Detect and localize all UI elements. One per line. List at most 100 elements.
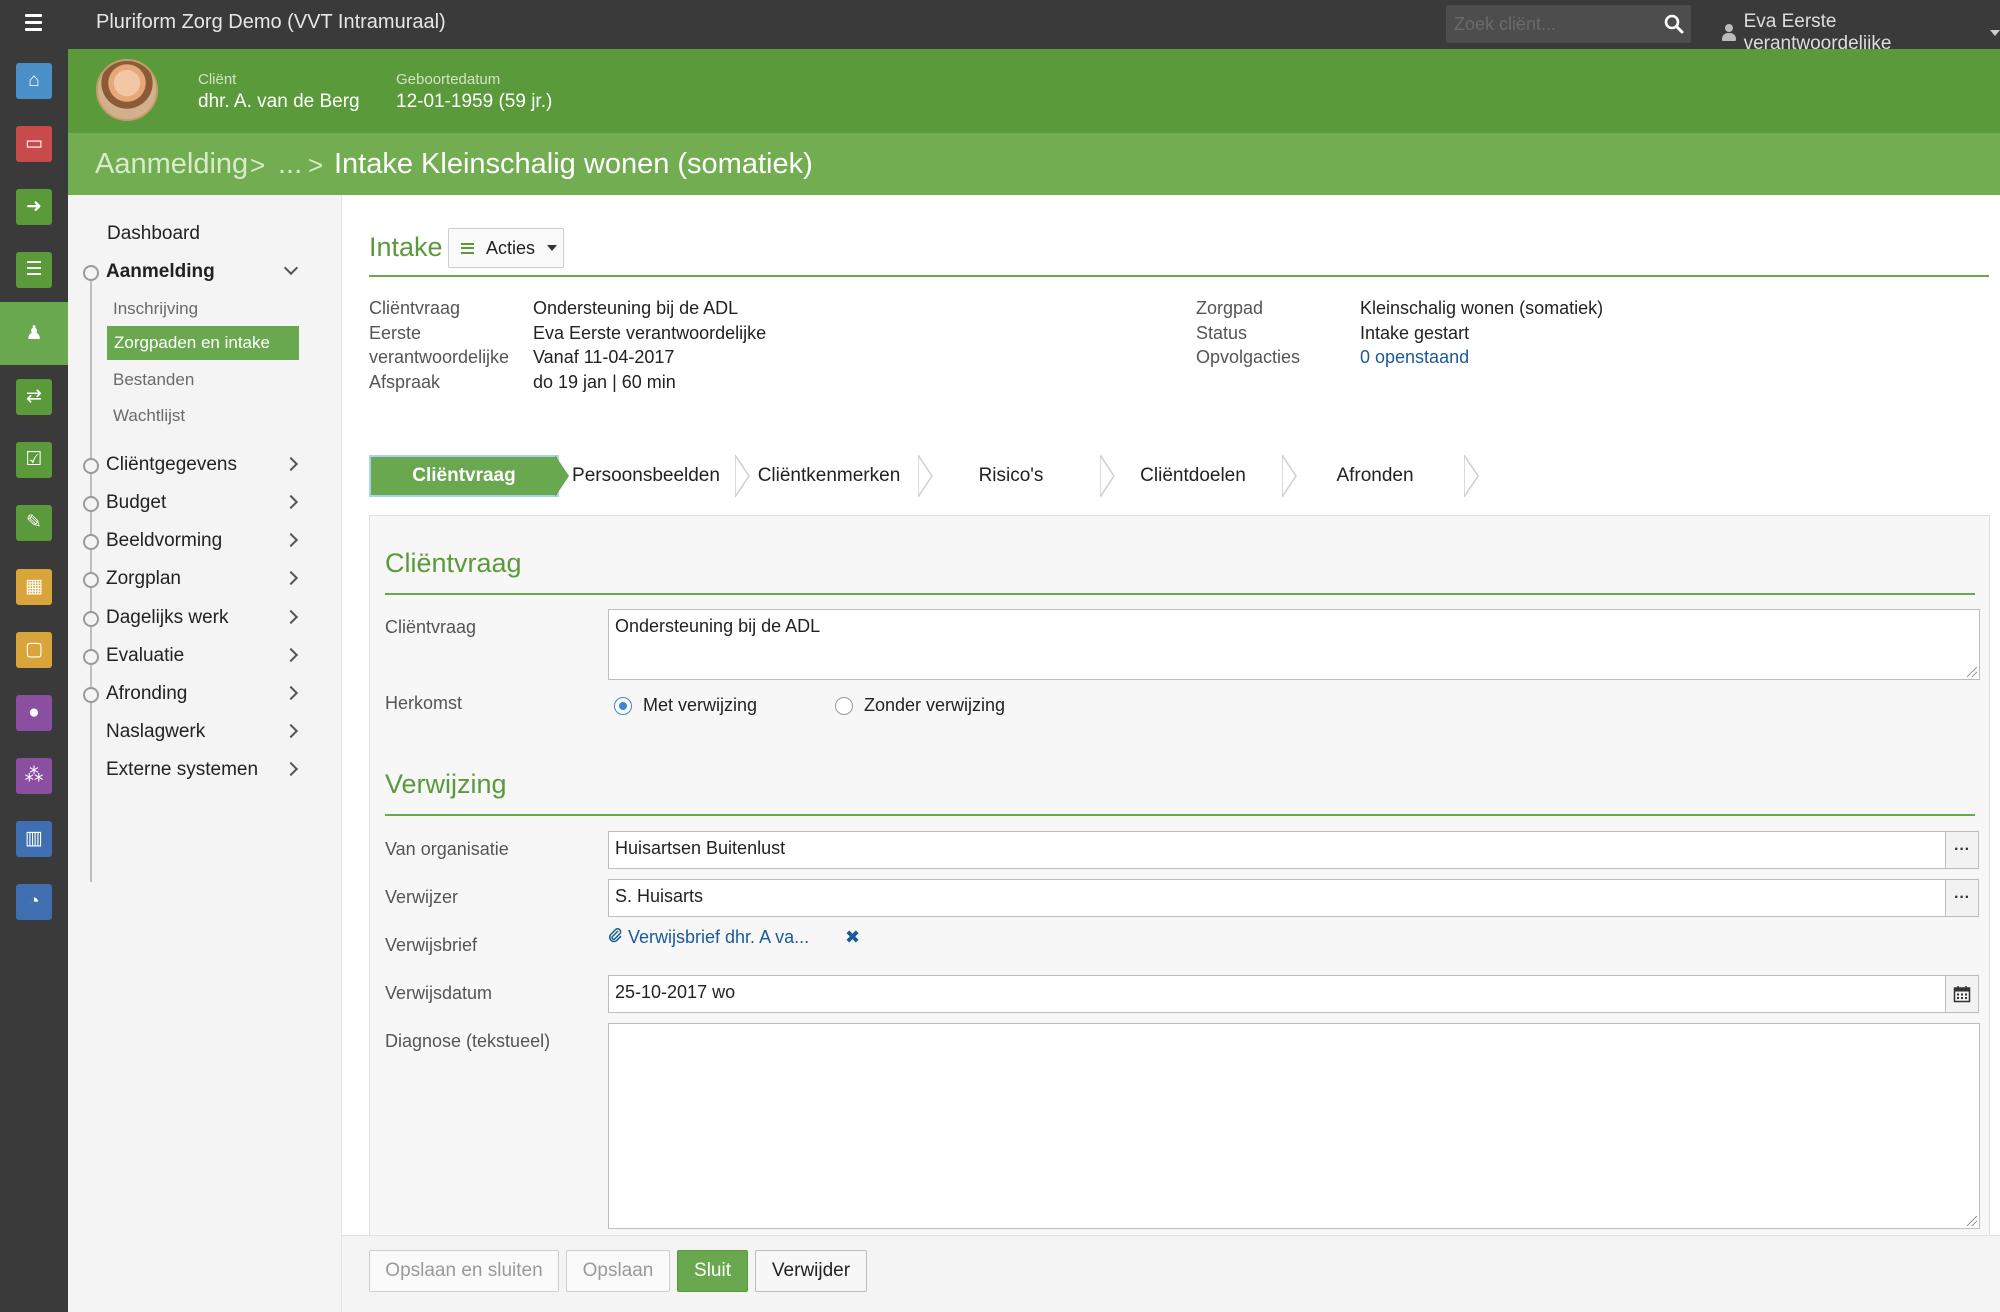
dashboard-icon: ◔ (16, 883, 52, 920)
nav-subitem-zorgpaden[interactable]: Zorgpaden en intake (107, 326, 299, 360)
nav-item-section[interactable]: Evaluatie (106, 645, 184, 667)
nav-item-section[interactable]: Dagelijks werk (106, 607, 228, 629)
user-icon (1722, 24, 1736, 42)
hamburger-menu-icon[interactable] (22, 14, 46, 34)
chevron-right-icon[interactable] (283, 456, 299, 472)
van-organisatie-input[interactable]: Huisartsen Buitenlust (608, 831, 1946, 869)
rail-item[interactable]: ◔ (0, 870, 68, 933)
info-value: do 19 jan | 60 min (533, 372, 676, 392)
chevron-right-icon[interactable] (283, 647, 299, 663)
left-nav: Dashboard Aanmelding Inschrijving Zorgpa… (68, 195, 342, 1312)
remove-attachment-icon[interactable]: ✖ (845, 927, 860, 948)
breadcrumb-current: Intake Kleinschalig wonen (somatiek) (334, 148, 813, 180)
info-value: Ondersteuning bij de ADL (533, 298, 739, 318)
delete-button[interactable]: Verwijder (755, 1250, 867, 1292)
rail-item[interactable]: ▭ (0, 112, 68, 175)
verwijzer-lookup-button[interactable]: ··· (1945, 879, 1979, 917)
client-search-input[interactable] (1446, 5, 1646, 43)
opvolgacties-link[interactable]: 0 openstaand (1360, 347, 1469, 368)
clientvraag-value: Ondersteuning bij de ADL (615, 616, 821, 636)
rail-item[interactable]: ➜ (0, 175, 68, 238)
step-tab[interactable]: Afronden (1284, 455, 1466, 497)
nav-subitem-bestanden[interactable]: Bestanden (113, 370, 194, 390)
rail-item[interactable]: ▢ (0, 618, 68, 681)
rail-item[interactable]: ⇄ (0, 365, 68, 428)
close-button[interactable]: Sluit (677, 1250, 748, 1292)
nav-subitem-wachtlijst[interactable]: Wachtlijst (113, 406, 185, 426)
nav-item-dashboard[interactable]: Dashboard (107, 223, 200, 245)
step-tab[interactable]: Risico's (920, 455, 1102, 497)
section-title-verwijzing: Verwijzing (385, 769, 507, 799)
step-tab[interactable]: Cliëntkenmerken (738, 455, 920, 497)
client-name[interactable]: dhr. A. van de Berg (198, 91, 360, 113)
rail-item[interactable]: ▦ (0, 555, 68, 618)
rail-item[interactable]: ☰ (0, 238, 68, 301)
rail-item[interactable]: ✎ (0, 491, 68, 554)
breadcrumb-root[interactable]: Aanmelding (95, 148, 248, 181)
nav-item-section[interactable]: Cliëntgegevens (106, 454, 237, 476)
chevron-right-icon[interactable] (283, 570, 299, 586)
radio-zonder-verwijzing[interactable] (835, 697, 853, 715)
save-and-close-button[interactable]: Opslaan en sluiten (369, 1250, 559, 1292)
clientvraag-textarea[interactable]: Ondersteuning bij de ADL (608, 609, 1980, 680)
title-divider (369, 275, 1989, 277)
nav-item-section[interactable]: Zorgplan (106, 568, 181, 590)
nav-item-section[interactable]: Budget (106, 492, 166, 514)
diagnose-label: Diagnose (tekstueel) (385, 1031, 551, 1051)
rail-item[interactable]: ☑ (0, 428, 68, 491)
info-label: Eerste (369, 323, 422, 343)
rail-item[interactable]: ▥ (0, 807, 68, 870)
radio-zonder-verwijzing-label[interactable]: Zonder verwijzing (864, 695, 1005, 716)
list-icon: ☰ (16, 251, 52, 288)
step-tab[interactable]: Cliëntdoelen (1102, 455, 1284, 497)
rail-item[interactable]: ⁂ (0, 744, 68, 807)
diagnose-textarea[interactable] (608, 1023, 1980, 1229)
chevron-right-icon[interactable] (283, 532, 299, 548)
verwijzer-label: Verwijzer (385, 887, 459, 907)
nav-node-icon (83, 611, 99, 627)
inbox-icon: ▭ (16, 125, 52, 162)
list-icon (461, 242, 474, 254)
calendar-icon: ▢ (16, 631, 52, 668)
radio-met-verwijzing[interactable] (614, 697, 632, 715)
search-icon[interactable] (1663, 13, 1685, 35)
info-value: Eva Eerste verantwoordelijke (533, 323, 767, 343)
info-label: Cliëntvraag (369, 298, 461, 318)
verwijsbrief-filename[interactable]: Verwijsbrief dhr. A va... (628, 927, 809, 948)
rail-item[interactable]: ● (0, 681, 68, 744)
rail-item[interactable]: ⌂ (0, 49, 68, 112)
client-avatar (96, 59, 158, 121)
chevron-down-icon[interactable] (283, 260, 299, 276)
nav-node-icon (83, 458, 99, 474)
verwijsdatum-input[interactable]: 25-10-2017 wo (608, 975, 1946, 1013)
step-tab[interactable]: Cliëntvraag (369, 455, 559, 497)
calendar-picker-button[interactable] (1945, 975, 1979, 1013)
resize-handle-icon[interactable] (1967, 667, 1977, 677)
chevron-right-icon[interactable] (283, 494, 299, 510)
resize-handle-icon[interactable] (1967, 1216, 1977, 1226)
form-footer: Opslaan en sluiten Opslaan Sluit Verwijd… (342, 1235, 2000, 1312)
paperclip-icon (608, 927, 622, 948)
radio-met-verwijzing-label[interactable]: Met verwijzing (643, 695, 757, 716)
acties-button[interactable]: Acties (448, 228, 564, 268)
nav-item-section[interactable]: Beeldvorming (106, 530, 222, 552)
chevron-right-icon[interactable] (283, 723, 299, 739)
step-tab[interactable]: Persoonsbeelden (555, 455, 737, 497)
nav-subitem-inschrijving[interactable]: Inschrijving (113, 299, 198, 319)
rail-item[interactable]: ♟ (0, 302, 68, 365)
verwijzer-input[interactable]: S. Huisarts (608, 879, 1946, 917)
info-label: verantwoordelijke (369, 347, 510, 367)
van-organisatie-lookup-button[interactable]: ··· (1945, 831, 1979, 869)
nav-node-icon (83, 649, 99, 665)
breadcrumb-ellipsis[interactable]: ... (278, 148, 302, 181)
chevron-right-icon[interactable] (283, 685, 299, 701)
verwijsbrief-link[interactable]: Verwijsbrief dhr. A va... (608, 927, 809, 948)
nav-item-section[interactable]: Afronding (106, 683, 187, 705)
chevron-right-icon[interactable] (283, 609, 299, 625)
app-rail: ⌂ ▭ ➜ ☰ ♟ ⇄ ☑ ✎ ▦ ▢ ● ⁂ ▥ ◔ (0, 49, 68, 1312)
chevron-right-icon[interactable] (283, 761, 299, 777)
nav-item-aanmelding[interactable]: Aanmelding (106, 261, 215, 283)
save-button[interactable]: Opslaan (566, 1250, 670, 1292)
nav-item-section[interactable]: Externe systemen (106, 759, 258, 781)
nav-item-section[interactable]: Naslagwerk (106, 721, 205, 743)
